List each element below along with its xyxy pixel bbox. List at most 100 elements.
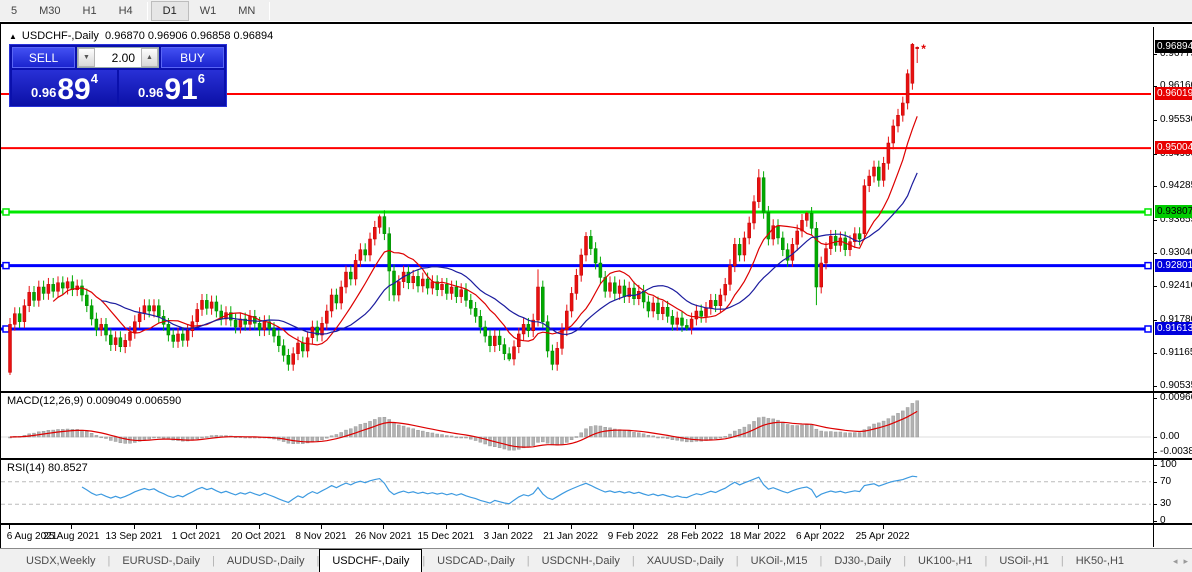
level-line-handle[interactable] [1145,326,1151,332]
tab-hk50-h1[interactable]: HK50-,H1 [1064,549,1136,572]
buy-button[interactable]: BUY [161,47,224,68]
candle-body [186,331,189,341]
rsi-axis-tick [1154,504,1157,505]
macd-indicator-pane[interactable]: MACD(12,26,9) 0.009049 0.006590 [1,393,1153,458]
price-axis[interactable]: 0.967750.961600.955300.949000.942850.936… [1153,27,1192,547]
buy-price-display[interactable]: 0.96 91 6 [119,70,224,106]
candle-body [863,186,866,234]
sell-price-pips: 89 [57,76,90,104]
macd-histogram-bar [527,437,530,447]
timeframe-button-h4[interactable]: H4 [108,1,144,21]
level-line-handle[interactable] [1145,263,1151,269]
candle-body [287,355,290,364]
tab-eurusd-daily[interactable]: EURUSD-,Daily [110,549,212,572]
macd-histogram-bar [671,437,674,440]
macd-histogram-bar [321,437,324,440]
date-axis-label: 18 Mar 2022 [727,531,789,542]
volume-increase-button[interactable]: ▲ [141,48,158,67]
macd-histogram-bar [114,437,117,441]
date-axis-label: 8 Nov 2021 [290,531,352,542]
tab-scroll-left-icon[interactable]: ◂ [1173,556,1178,567]
macd-histogram-bar [412,429,415,437]
macd-histogram-bar [541,437,544,442]
candle-body [301,343,304,351]
sell-button[interactable]: SELL [12,47,75,68]
level-line-handle[interactable] [3,263,9,269]
timeframe-button-m30[interactable]: M30 [28,1,71,21]
candle-body [681,318,684,325]
level-line-handle[interactable] [1145,209,1151,215]
macd-histogram-bar [465,437,468,438]
candle-body [623,286,626,297]
tab-ukoil-m15[interactable]: UKOil-,M15 [739,549,820,572]
macd-histogram-bar [546,437,549,443]
macd-histogram-bar [719,437,722,438]
macd-axis-label: 0.009663 [1160,392,1192,403]
macd-histogram-bar [532,437,535,446]
candle-body [421,279,424,286]
price-axis-label: 0.91165 [1160,347,1192,358]
tab-usdx-weekly[interactable]: USDX,Weekly [14,549,107,572]
rsi-indicator-pane[interactable]: RSI(14) 80.8527 [1,460,1153,523]
price-axis-tick [1154,120,1157,121]
date-tick-mark [758,525,759,529]
volume-value[interactable]: 2.00 [95,48,141,67]
price-chart-pane[interactable]: ▲USDCHF-,Daily 0.96870 0.96906 0.96858 0… [1,27,1153,391]
macd-histogram-bar [906,408,909,437]
candle-body [805,213,808,220]
timeframe-button-w1[interactable]: W1 [189,1,228,21]
candle-body [42,287,45,293]
candle-body [661,307,664,313]
macd-histogram-bar [911,403,914,437]
tab-dj30-daily[interactable]: DJ30-,Daily [822,549,903,572]
tab-audusd-daily[interactable]: AUDUSD-,Daily [215,549,317,572]
price-axis-label: 0.90535 [1160,380,1192,391]
tab-usoil-h1[interactable]: USOil-,H1 [987,549,1061,572]
macd-histogram-bar [340,433,343,437]
tab-scroll-right-icon[interactable]: ▸ [1183,556,1188,567]
sell-price-display[interactable]: 0.96 89 4 [12,70,117,106]
macd-histogram-bar [858,433,861,437]
timeframe-button-h1[interactable]: H1 [72,1,108,21]
macd-histogram-bar [484,437,487,444]
collapse-panel-icon[interactable]: ▲ [9,32,17,41]
candle-body [796,231,799,244]
price-level-tag: 0.96019 [1155,87,1192,100]
candle-body [585,236,588,255]
tab-xauusd-daily[interactable]: XAUUSD-,Daily [635,549,736,572]
candle-body [148,306,151,311]
level-line-handle[interactable] [3,209,9,215]
macd-histogram-bar [868,427,871,437]
candle-body [868,176,871,186]
candle-body [383,217,386,234]
rsi-chart[interactable] [1,460,1153,523]
buy-price-base: 0.96 [138,85,163,100]
tab-usdcnh-daily[interactable]: USDCNH-,Daily [530,549,632,572]
candle-body [705,308,708,316]
date-axis-label: 9 Feb 2022 [602,531,664,542]
chart-title: ▲USDCHF-,Daily 0.96870 0.96906 0.96858 0… [9,30,273,42]
macd-histogram-bar [201,437,204,438]
rsi-axis-label: 30 [1160,498,1171,509]
candle-body [609,283,612,292]
tab-usdcad-daily[interactable]: USDCAD-,Daily [425,549,527,572]
date-tick-mark [259,525,260,529]
candle-body [181,334,184,340]
tab-uk100-h1[interactable]: UK100-,H1 [906,549,984,572]
date-axis[interactable]: 6 Aug 202125 Aug 202113 Sep 20211 Oct 20… [1,525,1153,550]
timeframe-button-mn[interactable]: MN [227,1,266,21]
macd-histogram-bar [354,427,357,437]
volume-decrease-button[interactable]: ▼ [78,48,95,67]
candle-body [858,234,861,239]
macd-histogram-bar [743,427,746,437]
macd-histogram-bar [373,419,376,437]
macd-histogram-bar [565,437,568,442]
timeframe-button-5[interactable]: 5 [0,1,28,21]
tab-usdchf-daily[interactable]: USDCHF-,Daily [319,549,422,572]
candle-body [61,283,64,288]
timeframe-button-d1[interactable]: D1 [151,1,189,21]
date-axis-label: 21 Jan 2022 [540,531,602,542]
candle-body [738,244,741,255]
macd-histogram-bar [522,437,525,448]
level-line-handle[interactable] [3,326,9,332]
